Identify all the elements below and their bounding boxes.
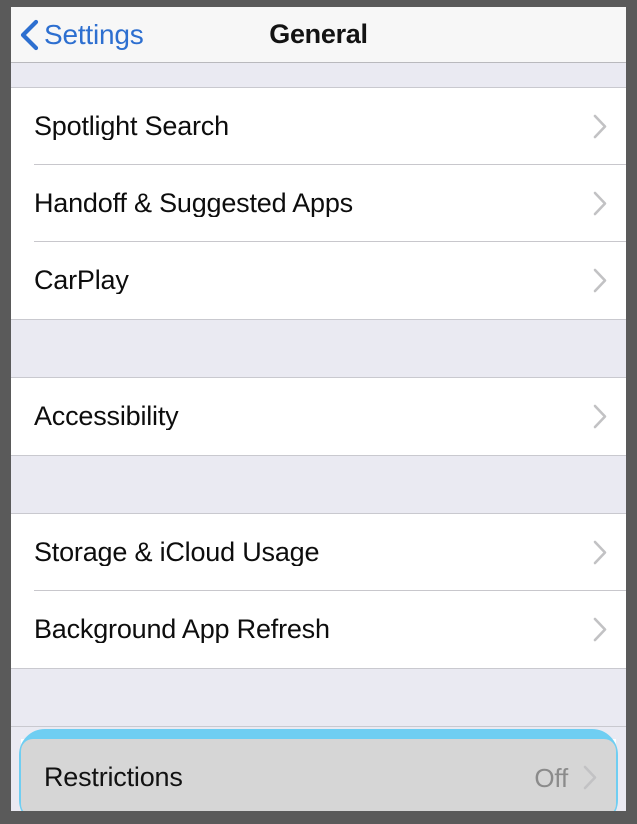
section-accessibility: Accessibility: [11, 378, 626, 455]
section-gap-2: [11, 455, 626, 514]
table-row[interactable]: Background App Refresh: [11, 591, 626, 668]
chevron-right-icon: [593, 268, 607, 293]
screen: Settings General Spotlight Search Handoff…: [11, 7, 626, 811]
table-row[interactable]: Storage & iCloud Usage: [11, 514, 626, 591]
row-label: Storage & iCloud Usage: [34, 539, 320, 566]
chevron-right-icon: [593, 114, 607, 139]
table-row[interactable]: Spotlight Search: [11, 88, 626, 165]
row-value: Off: [534, 762, 568, 793]
table-row[interactable]: CarPlay: [11, 242, 626, 319]
chevron-right-icon: [593, 404, 607, 429]
row-label: Handoff & Suggested Apps: [34, 190, 353, 217]
row-label: Accessibility: [34, 403, 179, 430]
chevron-right-icon: [593, 191, 607, 216]
row-label: Restrictions: [44, 764, 183, 791]
section-restrictions: Restrictions Off: [21, 739, 616, 811]
page-title: General: [269, 19, 368, 49]
section-discovery: Spotlight Search Handoff & Suggested Apps…: [11, 88, 626, 319]
section-gap-0: [11, 63, 626, 88]
chevron-right-icon: [593, 617, 607, 642]
section-storage: Storage & iCloud Usage Background App Ref…: [11, 514, 626, 668]
row-label: Spotlight Search: [34, 113, 229, 140]
navigation-bar: Settings General: [11, 7, 626, 63]
chevron-right-icon: [593, 540, 607, 565]
section-gap-3: [11, 668, 626, 727]
chevron-right-icon: [583, 765, 597, 790]
section-gap-1: [11, 319, 626, 378]
table-row[interactable]: Handoff & Suggested Apps: [11, 165, 626, 242]
device-frame: Settings General Spotlight Search Handoff…: [0, 0, 637, 824]
row-label: Background App Refresh: [34, 616, 330, 643]
settings-list: Spotlight Search Handoff & Suggested Apps…: [11, 63, 626, 811]
row-label: CarPlay: [34, 267, 129, 294]
table-row[interactable]: Accessibility: [11, 378, 626, 455]
annotation-highlight: Restrictions Off: [11, 727, 626, 811]
table-row[interactable]: Restrictions Off: [21, 739, 616, 811]
